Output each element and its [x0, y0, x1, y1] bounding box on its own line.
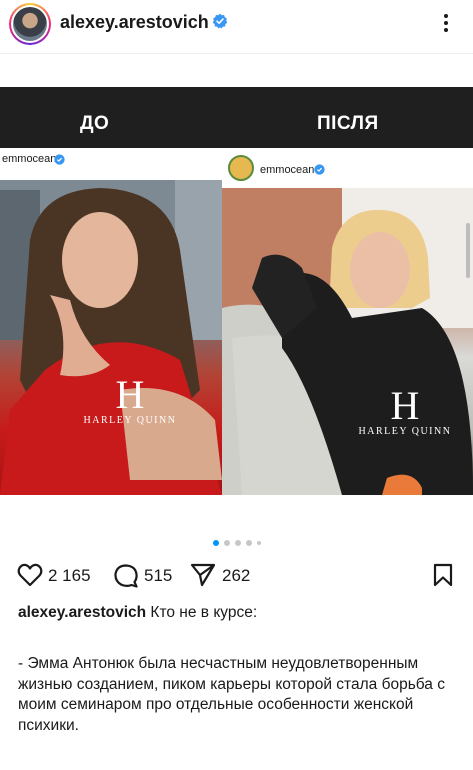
- carousel-dot-3[interactable]: [234, 540, 241, 546]
- likes-count[interactable]: 2 165: [48, 566, 91, 586]
- carousel-dot-2[interactable]: [223, 540, 230, 546]
- before-label: ДО: [80, 113, 110, 134]
- right-image-username: emmocean: [260, 164, 315, 176]
- carousel-dot-4[interactable]: [245, 540, 252, 546]
- left-watermark: H HARLEY QUINN: [83, 372, 177, 427]
- caption-body: - Эмма Антонюк была несчастным неудовлет…: [18, 655, 445, 734]
- left-verified-icon: [54, 154, 65, 165]
- share-paper-plane-icon[interactable]: [190, 563, 216, 587]
- caption-author[interactable]: alexey.arestovich: [18, 604, 146, 621]
- comparison-band: [0, 87, 473, 148]
- scrollbar[interactable]: [466, 223, 470, 278]
- carousel-indicator: [0, 540, 473, 546]
- left-image-username: emmocean: [2, 153, 57, 165]
- comments-count[interactable]: 515: [144, 566, 172, 586]
- carousel-dot-1[interactable]: [212, 540, 219, 546]
- like-heart-icon[interactable]: [17, 563, 43, 587]
- after-photo[interactable]: H HARLEY QUINN: [222, 188, 473, 495]
- profile-username[interactable]: alexey.arestovich: [60, 12, 209, 33]
- more-options-icon[interactable]: [434, 14, 458, 34]
- verified-badge-icon: [212, 13, 228, 29]
- after-label: ПІСЛЯ: [317, 113, 379, 134]
- comment-bubble-icon[interactable]: [113, 563, 139, 589]
- right-image-avatar[interactable]: [228, 155, 254, 181]
- before-photo[interactable]: H HARLEY QUINN: [0, 180, 222, 495]
- header-divider: [0, 53, 473, 54]
- post-header: alexey.arestovich: [0, 0, 473, 50]
- caption-first-line: Кто не в курсе:: [150, 604, 258, 621]
- right-verified-icon: [314, 164, 325, 175]
- bookmark-save-icon[interactable]: [432, 563, 454, 587]
- profile-avatar[interactable]: [9, 3, 51, 45]
- post-caption: alexey.arestovich Кто не в курсе:: [18, 603, 458, 623]
- shares-count[interactable]: 262: [222, 566, 250, 586]
- right-watermark: H HARLEY QUINN: [358, 383, 452, 438]
- carousel-dot-5[interactable]: [256, 541, 261, 545]
